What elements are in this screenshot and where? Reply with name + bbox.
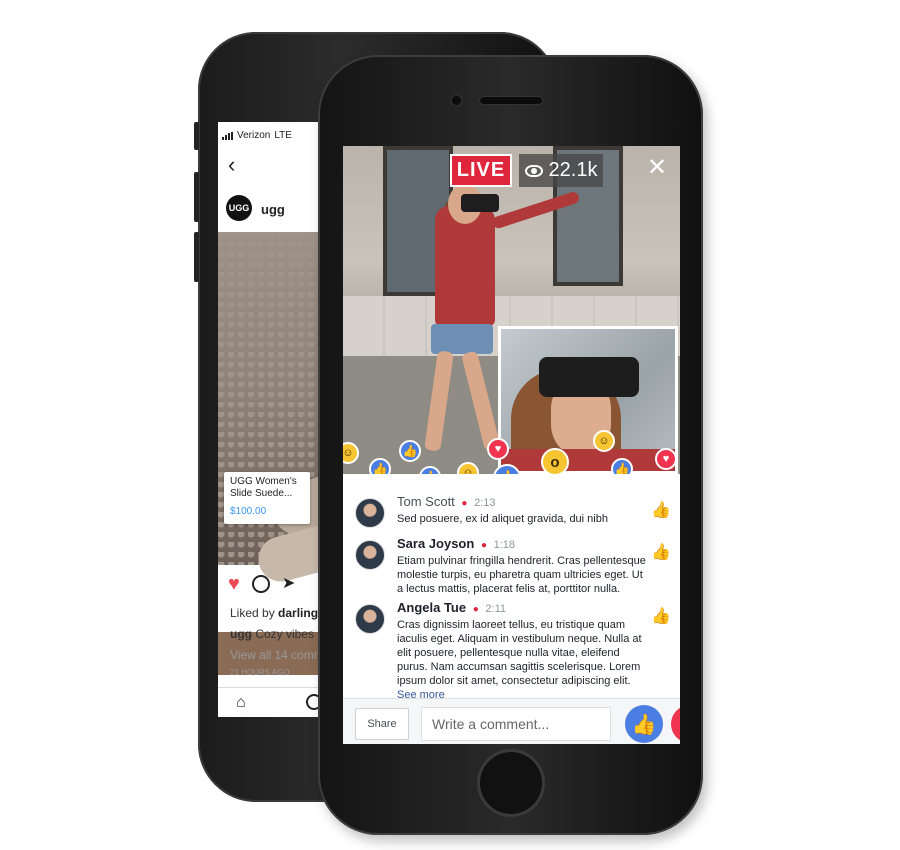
home-button[interactable] <box>480 752 542 814</box>
live-badge: LIVE <box>450 154 512 187</box>
comment-text: Etiam pulvinar fringilla hendrerit. Cras… <box>397 555 646 595</box>
person-shorts <box>431 324 493 354</box>
comment-header: Tom Scott ● 2:13 <box>397 494 496 509</box>
live-dot-icon: ● <box>472 604 479 615</box>
home-icon[interactable]: ⌂ <box>236 694 246 712</box>
share-button[interactable]: Share <box>355 708 409 740</box>
caption-line: ugg Cozy vibes <box>230 627 314 641</box>
vr-headset <box>461 194 499 212</box>
commenter-name[interactable]: Tom Scott <box>397 494 455 509</box>
comment-text: Cras dignissim laoreet tellus, eu tristi… <box>397 618 647 702</box>
heart-icon[interactable]: ♥ <box>228 574 240 594</box>
earpiece-speaker <box>480 97 542 104</box>
commenter-name[interactable]: Angela Tue <box>397 600 466 615</box>
caption-text: Cozy vibes <box>255 627 315 641</box>
love-button-icon[interactable] <box>671 705 680 743</box>
close-icon[interactable]: ✕ <box>647 156 667 180</box>
volume-down-button <box>194 232 199 282</box>
eye-icon <box>524 164 543 177</box>
comments-list: Tom Scott ● 2:13 Sed posuere, ex id aliq… <box>343 474 680 701</box>
live-screen: LIVE 22.1k ✕ ☺ 👍 👍 👍 ♥ ☺ 👍 o ☺ 👍 ♥ ♥ ♥ 👍… <box>343 146 680 744</box>
comment-header: Sara Joyson ● 1:18 <box>397 536 515 551</box>
comment-text: Sed posuere, ex id aliquet gravida, dui … <box>397 513 608 525</box>
view-all-comments-link[interactable]: View all 14 comm <box>230 648 324 662</box>
like-reaction-icon: 👍 <box>399 440 421 462</box>
viewer-count: 22.1k <box>548 159 598 181</box>
thumbs-up-icon[interactable]: 👍 <box>651 500 671 520</box>
front-camera <box>452 96 461 105</box>
live-video[interactable]: LIVE 22.1k ✕ <box>343 146 680 474</box>
avatar[interactable] <box>355 498 385 528</box>
live-dot-icon: ● <box>461 498 468 509</box>
liked-user[interactable]: darling <box>278 606 318 620</box>
comment-input[interactable]: Write a comment... <box>421 707 611 741</box>
thumbs-up-icon[interactable]: 👍 <box>651 542 671 562</box>
comment-header: Angela Tue ● 2:11 <box>397 600 506 615</box>
comment-icon[interactable] <box>251 575 270 593</box>
likes-line: Liked by darling <box>230 606 318 620</box>
comment-time: 1:18 <box>493 539 516 551</box>
comment-bar: Share Write a comment... 👍 <box>343 698 680 744</box>
post-actions: ♥ ➤ <box>228 574 295 594</box>
avatar[interactable] <box>355 604 385 634</box>
mute-switch <box>194 122 199 150</box>
person-torso <box>435 206 495 326</box>
vr-headset <box>539 357 639 397</box>
carrier-label: Verizon <box>237 130 271 141</box>
wow-reaction-icon: o <box>541 448 569 476</box>
liked-prefix: Liked by <box>230 606 275 620</box>
picture-in-picture-video[interactable] <box>498 326 678 474</box>
love-reaction-icon: ♥ <box>655 448 677 470</box>
comment-body: Cras dignissim laoreet tellus, eu tristi… <box>397 619 642 687</box>
avatar[interactable] <box>355 540 385 570</box>
account-name[interactable]: ugg <box>261 202 285 217</box>
network-label: LTE <box>274 130 292 141</box>
viewer-count-badge: 22.1k <box>519 154 603 187</box>
like-button-icon[interactable]: 👍 <box>625 705 663 743</box>
person-shirt <box>501 449 675 471</box>
haha-reaction-icon: ☺ <box>593 430 615 452</box>
commenter-name[interactable]: Sara Joyson <box>397 536 474 551</box>
back-chevron-icon[interactable]: ‹ <box>228 154 235 176</box>
product-name: UGG Women's Slide Suede... <box>230 476 297 499</box>
volume-up-button <box>194 172 199 222</box>
comment-time: 2:13 <box>474 497 496 509</box>
status-bar: Verizon LTE <box>222 130 292 141</box>
comment-time: 2:11 <box>485 603 506 615</box>
thumbs-up-icon[interactable]: 👍 <box>651 606 671 626</box>
caption-user[interactable]: ugg <box>230 627 252 641</box>
product-price: $100.00 <box>230 506 267 517</box>
send-icon[interactable]: ➤ <box>282 576 295 592</box>
signal-icon <box>222 131 233 140</box>
avatar[interactable]: UGG <box>226 195 252 221</box>
product-tag[interactable]: UGG Women's Slide Suede... $100.00 <box>224 472 310 524</box>
post-timestamp: 21 HOURS AGO <box>230 668 290 677</box>
live-dot-icon: ● <box>480 540 487 551</box>
love-reaction-icon: ♥ <box>487 438 509 460</box>
